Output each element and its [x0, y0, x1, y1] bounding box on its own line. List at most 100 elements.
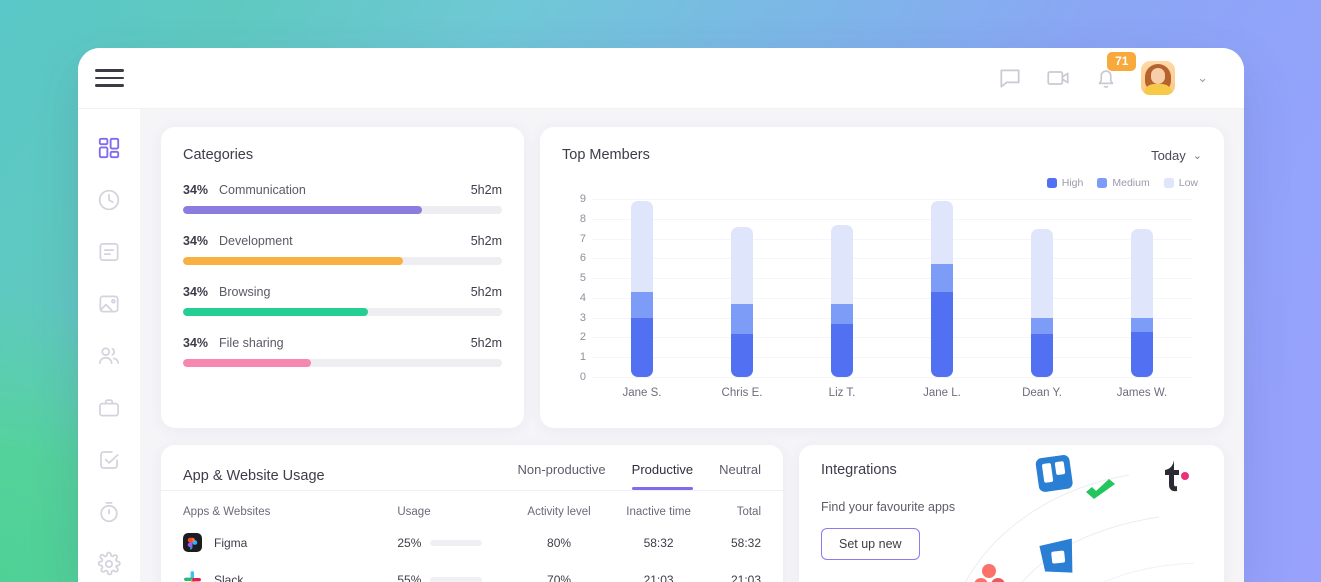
legend-item: High: [1047, 177, 1084, 189]
hamburger-line: [95, 77, 124, 80]
notifications[interactable]: 71: [1093, 65, 1119, 91]
sidebar-item-briefcase[interactable]: [96, 395, 122, 421]
category-progress-track: [183, 308, 502, 316]
chart-bar-column[interactable]: [592, 199, 692, 377]
bar-segment-low: [631, 201, 653, 292]
bar-segment-low: [1031, 229, 1053, 318]
x-axis-label: Dean Y.: [992, 387, 1092, 399]
header-total: Total: [708, 491, 783, 524]
chevron-down-icon[interactable]: ⌄: [1197, 70, 1208, 86]
category-head: 34%Development5h2m: [183, 234, 502, 248]
legend-label: Low: [1179, 177, 1198, 189]
x-axis-label: Chris E.: [692, 387, 792, 399]
sidebar-item-image[interactable]: [96, 291, 122, 317]
bar-segment-low: [1131, 229, 1153, 318]
header-activity: Activity level: [509, 491, 609, 524]
stacked-bar: [731, 227, 753, 377]
bar-segment-medium: [931, 264, 953, 292]
category-progress-track: [183, 359, 502, 367]
sidebar-item-document[interactable]: [96, 239, 122, 265]
y-axis-tick: 9: [580, 193, 586, 205]
cell-inactive: 21:03: [609, 561, 709, 582]
bar-segment-high: [831, 324, 853, 377]
category-percent: 34%: [183, 183, 219, 197]
category-head: 34%Communication5h2m: [183, 183, 502, 197]
category-progress-track: [183, 257, 502, 265]
header-usage: Usage: [397, 491, 509, 524]
chat-bubble-icon[interactable]: [997, 65, 1023, 91]
chart-bar-column[interactable]: [992, 199, 1092, 377]
x-axis-label: Jane S.: [592, 387, 692, 399]
cell-usage: 25%: [397, 524, 509, 561]
sidebar-item-clock[interactable]: [96, 187, 122, 213]
cell-total: 21:03: [708, 561, 783, 582]
top-row: Categories 34%Communication5h2m34%Develo…: [161, 127, 1224, 428]
bar-segment-high: [1031, 334, 1053, 378]
category-row: 34%Browsing5h2m: [183, 285, 502, 316]
date-range-dropdown[interactable]: Today ⌄: [1151, 148, 1202, 163]
asana-icon: [974, 564, 1005, 582]
y-axis-tick: 8: [580, 213, 586, 225]
category-name: File sharing: [219, 336, 471, 350]
sidebar-item-people[interactable]: [96, 343, 122, 369]
usage-bar-track: [430, 540, 482, 546]
sidebar-item-tasks[interactable]: [96, 447, 122, 473]
main-content: Categories 34%Communication5h2m34%Develo…: [141, 109, 1244, 582]
category-time: 5h2m: [471, 234, 502, 248]
category-progress-fill: [183, 359, 311, 367]
legend-label: High: [1062, 177, 1084, 189]
x-axis-label: James W.: [1092, 387, 1192, 399]
gridline: [592, 377, 1192, 378]
sidebar-item-dashboard[interactable]: [96, 135, 122, 161]
category-name: Browsing: [219, 285, 471, 299]
hamburger-icon[interactable]: [78, 69, 141, 87]
category-row: 34%Development5h2m: [183, 234, 502, 265]
category-row: 34%File sharing5h2m: [183, 336, 502, 367]
category-progress-fill: [183, 308, 368, 316]
y-axis-tick: 1: [580, 351, 586, 363]
top-members-title: Top Members: [562, 147, 650, 163]
sidebar-item-timer[interactable]: [96, 499, 122, 525]
chart-bar-column[interactable]: [692, 199, 792, 377]
table-row[interactable]: Slack55%70%21:0321:03: [161, 561, 783, 582]
legend-item: Low: [1164, 177, 1198, 189]
stacked-bar: [831, 225, 853, 377]
y-axis: 0123456789: [562, 199, 586, 377]
cell-app: Slack: [161, 561, 397, 582]
chart-bar-column[interactable]: [1092, 199, 1192, 377]
category-percent: 34%: [183, 234, 219, 248]
usage-percent: 55%: [397, 573, 421, 582]
hamburger-line: [95, 69, 124, 72]
avatar[interactable]: [1141, 61, 1175, 95]
chart-plot: 0123456789 Jane S.Chris E.Liz T.Jane L.D…: [562, 199, 1202, 399]
usage-table: Apps & Websites Usage Activity level Ina…: [161, 491, 783, 582]
tab-non-productive[interactable]: Non-productive: [518, 462, 606, 490]
tab-productive[interactable]: Productive: [632, 462, 693, 490]
set-up-new-button[interactable]: Set up new: [821, 528, 920, 560]
slack-icon: [183, 570, 202, 582]
cell-inactive: 58:32: [609, 524, 709, 561]
category-progress-track: [183, 206, 502, 214]
legend-swatch: [1164, 178, 1174, 188]
cell-total: 58:32: [708, 524, 783, 561]
chart-bar-column[interactable]: [792, 199, 892, 377]
category-name: Development: [219, 234, 471, 248]
bottom-row: App & Website Usage Non-productiveProduc…: [161, 445, 1224, 582]
bar-segment-medium: [831, 304, 853, 324]
sidebar-item-settings[interactable]: [96, 551, 122, 577]
jira-icon: [1039, 539, 1075, 576]
usage-bar-track: [430, 577, 482, 582]
category-name: Communication: [219, 183, 471, 197]
table-row[interactable]: Figma25%80%58:3258:32: [161, 524, 783, 561]
top-bar: 71 ⌄: [78, 48, 1244, 109]
integrations-title: Integrations: [821, 462, 1202, 478]
video-camera-icon[interactable]: [1045, 65, 1071, 91]
chart-bars: [592, 199, 1192, 377]
tab-neutral[interactable]: Neutral: [719, 462, 761, 490]
chart-bar-column[interactable]: [892, 199, 992, 377]
chevron-down-icon: ⌄: [1193, 149, 1202, 162]
categories-list: 34%Communication5h2m34%Development5h2m34…: [183, 183, 502, 367]
bar-segment-medium: [1131, 318, 1153, 332]
y-axis-tick: 6: [580, 252, 586, 264]
x-axis-label: Jane L.: [892, 387, 992, 399]
